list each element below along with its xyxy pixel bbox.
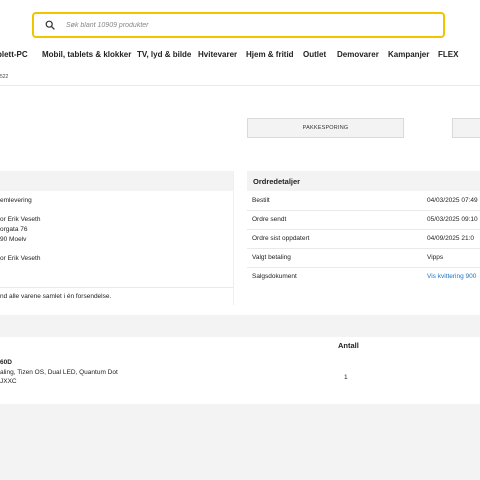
breadcrumb-order-number[interactable]: 522 [0,74,8,80]
order-details-title: Ordredetaljer [253,176,301,186]
divider [247,210,480,211]
package-tracking-button[interactable]: PAKKESPORING [247,118,404,138]
billing-name: or Erik Veseth [0,255,41,262]
nav-item-mobil[interactable]: Mobil, tablets & klokker [42,50,131,59]
divider [247,248,480,249]
delivery-city: 90 Moelv [0,236,27,243]
order-value-placed: 04/03/2025 07:49 [427,197,478,204]
nav-item-outlet[interactable]: Outlet [303,50,326,59]
product-code: JXXC [0,378,17,385]
divider [247,267,480,268]
delivery-name: or Erik Veseth [0,216,41,223]
receipt-link[interactable]: Vis kvittering 900 [427,273,476,280]
search-bar[interactable] [32,12,445,38]
product-name[interactable]: 60D [0,359,12,366]
order-label-updated: Ordre sist oppdatert [252,235,310,242]
nav-item-demovarer[interactable]: Demovarer [337,50,379,59]
nav-item-hvitevarer[interactable]: Hvitevarer [198,50,237,59]
products-header-band [0,315,480,337]
nav-item-kampanjer[interactable]: Kampanjer [388,50,429,59]
nav-item-tv[interactable]: TV, lyd & bilde [137,50,191,59]
delivery-note: nd alle varene samlet i én forsendelse. [0,293,112,300]
delivery-method: emlevering [0,197,32,204]
delivery-street: orgata 76 [0,226,28,233]
product-description: aling, Tizen OS, Dual LED, Quantum Dot [0,369,118,376]
order-details-header: Ordredetaljer [247,171,480,191]
nav-item-flex[interactable]: FLEX [438,50,458,59]
nav-item-hjem[interactable]: Hjem & fritid [246,50,294,59]
footer-band [0,404,480,480]
order-label-sent: Ordre sendt [252,216,287,223]
order-value-updated: 04/09/2025 21:0 [427,235,474,242]
divider [247,229,480,230]
order-label-payment: Valgt betaling [252,254,291,261]
secondary-action-button[interactable] [452,118,480,138]
order-label-placed: Bestilt [252,197,270,204]
product-quantity: 1 [344,374,348,381]
order-value-payment: Vipps [427,254,444,261]
search-input[interactable] [64,20,428,30]
order-value-sent: 05/03/2025 09:10 [427,216,478,223]
divider [0,287,233,288]
delivery-panel-header [0,171,233,191]
quantity-column-header: Antall [338,341,359,350]
search-icon[interactable] [36,20,64,30]
nav-item-pc[interactable]: plett-PC [0,50,28,59]
divider [0,85,480,86]
order-label-document: Salgsdokument [252,273,297,280]
column-divider [233,171,234,305]
breadcrumb: 522 [0,74,8,80]
